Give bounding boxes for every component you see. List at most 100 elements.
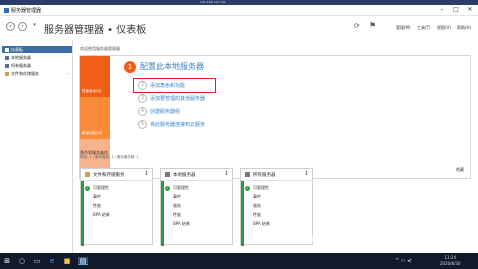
tile-row-label: 可管理性 [173,185,189,190]
tile-row[interactable]: 事件 [245,193,310,201]
tile-row[interactable]: 事件 [165,193,230,201]
tile-row-label: 性能 [173,212,181,217]
window-title: 服务器管理器 [11,8,42,14]
tile-row[interactable]: 性能 [85,202,150,210]
sidebar-item-label: 所有服务器 [11,63,31,68]
add-servers-link[interactable]: 添加要管理的其他服务器 [150,95,205,102]
step-number: 4 [138,107,147,116]
menu-manage[interactable]: 管理(M) [396,25,411,31]
connect-cloud-link[interactable]: 将此服务器连接到云服务 [150,121,205,128]
refresh-icon[interactable]: ⟳ [354,22,360,30]
block-label: 快速启动(Q) [82,89,102,93]
tile-row[interactable]: BPA 结果 [85,211,150,219]
status-bar [241,181,244,246]
forward-arrow-icon[interactable]: › [18,22,27,31]
create-server-group-link[interactable]: 创建服务器组 [150,108,180,115]
role-tile-file-storage[interactable]: 文件和存储服务 1 ✓ 可管理性 事件 性能 BPA 结果 [80,168,153,246]
role-tile-local-server[interactable]: 本地服务器 1 ✓ 可管理性 事件 服务 性能 BPA 结果 [160,168,233,246]
tile-count: 1 [224,171,228,177]
server-manager-window: 服务器管理器 – □ ✕ ‹ › ▾ 服务器管理器 • 仪表板 ⟳ ⚑ 管理(M… [0,5,478,253]
status-bar [81,181,84,246]
roles-section-subtitle: 角色: 1 | 服务器组: 1 | 服务器总数: 1 [80,155,139,159]
maximize-button[interactable]: □ [450,6,462,14]
chevron-right-icon: › [67,71,69,76]
storage-icon [5,72,9,76]
tile-row-label: BPA 结果 [93,212,110,217]
search-icon[interactable]: ○ [18,257,26,265]
highlight-box [133,78,216,93]
tile-row-label: 性能 [93,203,101,208]
tile-row[interactable]: ✓ 可管理性 [245,184,310,192]
tile-row-label: BPA 结果 [173,221,190,226]
taskbar-clock[interactable]: 11:24 2020/6/30 [440,255,461,267]
title-bar: 服务器管理器 – □ ✕ [0,5,478,16]
tile-title: 本地服务器 [173,173,196,178]
welcome-title: 欢迎使用服务器管理器 [80,46,120,51]
system-tray-icons[interactable]: ^ ▭ ◂) [395,258,412,264]
sidebar-item-label: 仪表板 [11,47,23,52]
tile-row-label: 事件 [93,194,101,199]
server-manager-app-icon [4,8,9,13]
tile-row[interactable]: BPA 结果 [165,220,230,228]
check-icon: ✓ [245,185,250,191]
sidebar-item-label: 本地服务器 [11,55,31,60]
tile-row[interactable]: 性能 [245,211,310,219]
minimize-button[interactable]: – [436,6,448,14]
step-number: 5 [138,120,147,129]
tile-row[interactable]: 服务 [165,202,230,210]
sidebar: 仪表板 本地服务器 所有服务器 文件和存储服务 › [0,40,73,253]
sidebar-item-file-storage[interactable]: 文件和存储服务 › [2,70,72,77]
tile-row[interactable]: 性能 [165,211,230,219]
tile-count: 1 [304,171,308,177]
internet-explorer-icon[interactable]: e [48,257,56,265]
sidebar-item-all-servers[interactable]: 所有服务器 [2,62,72,69]
menu-view[interactable]: 视图(V) [437,25,451,31]
tile-title: 文件和存储服务 [93,173,125,178]
screen: 192.168.122.101 服务器管理器 – □ ✕ ‹ › ▾ 服务器管理… [0,0,478,269]
tile-row[interactable]: 服务 [245,202,310,210]
dashboard-icon [5,48,9,52]
check-icon: ✓ [165,185,170,191]
menu-help[interactable]: 帮助(H) [457,25,471,31]
sidebar-item-local-server[interactable]: 本地服务器 [2,54,72,61]
close-button[interactable]: ✕ [464,6,476,14]
server-icon [5,56,9,60]
configure-local-server-link[interactable]: 配置此本地服务器 [140,61,204,72]
dashboard-content: 欢迎使用服务器管理器 快速启动(Q) 新增功能(W) 了解详细信息(L) 1 配… [73,40,478,253]
file-explorer-icon[interactable]: ■ [63,257,71,265]
tile-row[interactable]: BPA 结果 [245,220,310,228]
windows-start-icon[interactable]: ⊞ [3,257,11,265]
task-view-icon[interactable]: ▭ [33,257,41,265]
servers-icon [5,64,9,68]
notification-flag-icon[interactable]: ⚑ [369,21,376,30]
back-arrow-icon[interactable]: ‹ [6,22,15,31]
step-number: 1 [124,61,136,73]
tile-row[interactable]: ✓ 可管理性 [85,184,150,192]
server-icon [165,172,170,177]
chevron-down-icon[interactable]: ▾ [30,22,39,31]
welcome-panel: 快速启动(Q) 新增功能(W) 了解详细信息(L) 1 配置此本地服务器 2 添… [79,55,471,179]
tile-row[interactable]: 事件 [85,193,150,201]
sidebar-item-dashboard[interactable]: 仪表板 [2,46,72,53]
tile-row-label: 事件 [253,194,261,199]
clock-date: 2020/6/30 [440,261,461,266]
step-number: 3 [138,94,147,103]
tile-header: 文件和存储服务 1 [81,169,152,181]
tile-header: 本地服务器 1 [161,169,232,181]
tile-row-label: 服务 [173,203,181,208]
whats-new-block[interactable]: 新增功能(W) [80,97,110,139]
server-manager-taskbar-icon[interactable]: ▤ [78,257,88,265]
header-bar: ‹ › ▾ 服务器管理器 • 仪表板 ⟳ ⚑ 管理(M) 工具(T) 视图(V)… [0,16,478,40]
tile-row-label: 可管理性 [253,185,269,190]
tile-row-label: 事件 [173,194,181,199]
sidebar-item-label: 文件和存储服务 [11,71,39,76]
breadcrumb: 服务器管理器 • 仪表板 [44,25,147,36]
block-label: 新增功能(W) [82,131,103,135]
menu-tools[interactable]: 工具(T) [417,25,431,31]
quick-start-block[interactable]: 快速启动(Q) [80,56,110,97]
hide-link[interactable]: 隐藏 [456,167,464,173]
taskbar: ⊞ ○ ▭ e ■ ▤ ^ ▭ ◂) 11:24 2020/6/30 [0,253,478,269]
check-icon: ✓ [85,185,90,191]
tile-row-label: 性能 [253,212,261,217]
tile-row[interactable]: ✓ 可管理性 [165,184,230,192]
